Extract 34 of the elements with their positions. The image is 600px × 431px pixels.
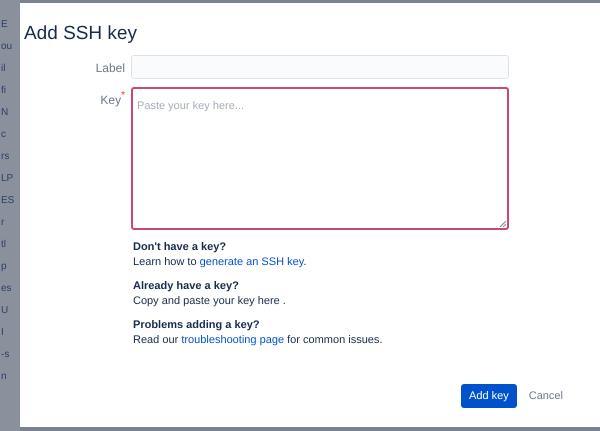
field-label: Label [96,60,125,77]
background-text: LP [1,172,14,186]
background-text: tl [1,238,7,252]
dialog-title: Add SSH key [24,22,137,46]
resize-grip-icon [500,221,506,227]
background-text: E [1,18,9,32]
help-heading: Already have a key? [133,279,239,294]
required-asterisk: * [121,91,125,103]
background-text: -s [1,348,10,362]
background-text: n [1,370,8,384]
help-link[interactable]: troubleshooting page [181,334,284,346]
background-text: es [1,282,13,296]
field-label: Key [100,93,122,109]
help-link[interactable]: generate an SSH key [200,256,304,268]
background-text: rs [1,150,10,164]
help-heading: Don't have a key? [133,240,226,255]
help-text: Read our troubleshooting page for common issues. [133,333,382,348]
cancel-button[interactable]: Cancel [520,384,571,408]
background-text: fi [1,84,7,98]
add-key-button[interactable]: Add key [461,384,517,408]
background-text: c [1,128,7,142]
background-text: ou [1,40,14,54]
help-heading: Problems adding a key? [133,318,260,333]
background-text: U [1,304,10,318]
background-text: il [1,62,6,76]
background-text: r [1,216,6,230]
label-field[interactable] [131,55,509,79]
background-text: ES [1,194,16,208]
background-text: p [1,260,8,274]
key-placeholder: Paste your key here... [137,100,244,112]
background-text: N [1,106,10,120]
background-text: I [1,326,5,340]
help-text: Learn how to generate an SSH key. [133,255,306,270]
help-text: Copy and paste your key here . [133,294,286,309]
